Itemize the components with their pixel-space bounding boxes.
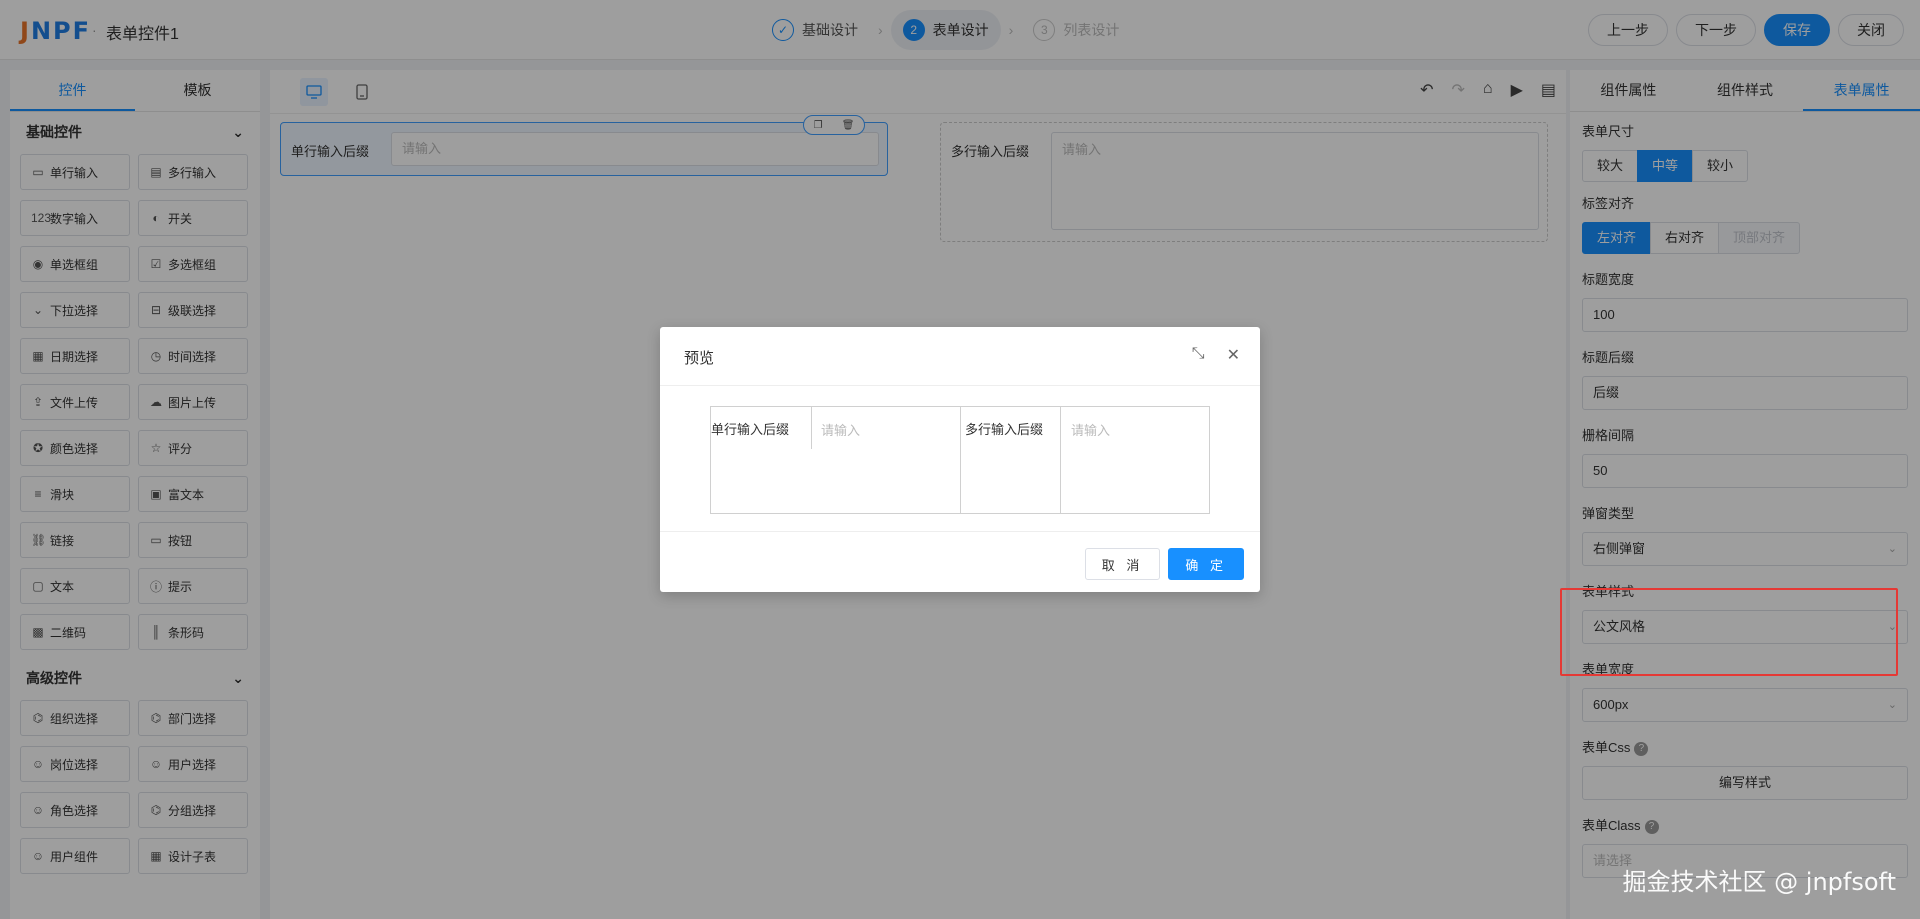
- form-style-highlight: [1560, 588, 1898, 676]
- official-style-form: 单行输入后缀 请输入 多行输入后缀 请输入: [710, 406, 1210, 514]
- single-line-input[interactable]: 请输入: [821, 420, 860, 439]
- dialog-body: 单行输入后缀 请输入 多行输入后缀 请输入: [660, 386, 1260, 532]
- field-label: 多行输入后缀: [965, 422, 1044, 437]
- preview-dialog: 预览 ⤡ ✕ 单行输入后缀 请输入 多行输入后缀 请输入 取 消 确 定: [660, 327, 1260, 592]
- cell-divider: [1060, 407, 1061, 513]
- field-label: 单行输入后缀: [711, 422, 790, 437]
- dialog-actions: ⤡ ✕: [1192, 345, 1240, 365]
- fullscreen-icon[interactable]: ⤡: [1192, 345, 1205, 365]
- close-icon[interactable]: ✕: [1227, 345, 1240, 365]
- confirm-button[interactable]: 确 定: [1168, 548, 1244, 580]
- dialog-header: 预览 ⤡ ✕: [660, 327, 1260, 386]
- dialog-title: 预览: [684, 350, 715, 367]
- cell-divider: [960, 407, 961, 513]
- multi-line-input[interactable]: 请输入: [1071, 420, 1110, 439]
- cancel-button[interactable]: 取 消: [1084, 548, 1161, 580]
- dialog-footer: 取 消 确 定: [1084, 548, 1244, 580]
- cell-divider: [811, 407, 812, 449]
- watermark: 掘金技术社区 @ jnpfsoft: [1622, 868, 1896, 896]
